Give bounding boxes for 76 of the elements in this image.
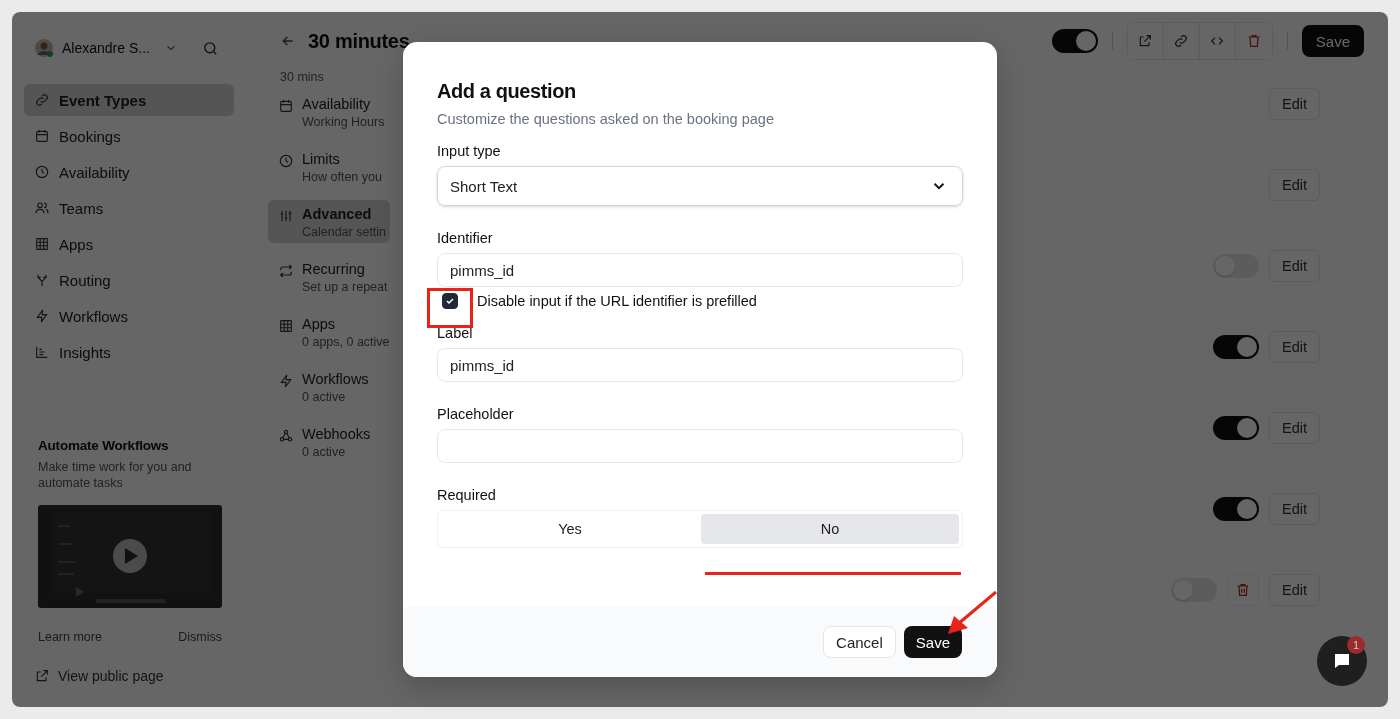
dialog-title: Add a question bbox=[437, 80, 577, 103]
nav-item[interactable]: Event Types bbox=[24, 84, 234, 116]
lightning-icon bbox=[278, 373, 294, 389]
calendar-icon bbox=[278, 98, 294, 114]
clock-icon bbox=[34, 164, 50, 180]
toggle-switch[interactable] bbox=[1213, 416, 1259, 440]
settings-tab[interactable]: Availability Working Hours bbox=[268, 90, 389, 133]
toggle-switch[interactable] bbox=[1213, 335, 1259, 359]
checkbox-label[interactable]: Disable input if the URL identifier is prefilled bbox=[477, 293, 757, 309]
edit-button[interactable]: Edit bbox=[1269, 331, 1320, 363]
view-public-page-link[interactable]: View public page bbox=[34, 668, 248, 684]
event-title: 30 minutes bbox=[308, 29, 410, 53]
edit-button[interactable]: Edit bbox=[1269, 493, 1320, 525]
link-icon bbox=[1173, 33, 1190, 49]
nav-item[interactable]: Availability bbox=[24, 156, 234, 188]
field-label: Identifier bbox=[437, 230, 494, 246]
nav-item[interactable]: Routing bbox=[24, 264, 234, 296]
chart-icon bbox=[34, 344, 50, 360]
input-type-select[interactable]: Short Text bbox=[437, 166, 963, 206]
users-icon bbox=[34, 200, 50, 216]
dialog-subtitle: Customize the questions asked on the booking page bbox=[437, 111, 775, 127]
annotation-box bbox=[427, 288, 473, 328]
repeat-icon bbox=[278, 263, 294, 279]
settings-tab[interactable]: Webhooks 0 active bbox=[268, 420, 375, 463]
nav-item[interactable]: Bookings bbox=[24, 120, 234, 152]
external-link-icon bbox=[34, 668, 50, 684]
field-label: Required bbox=[437, 487, 497, 503]
trash-icon bbox=[1235, 582, 1251, 598]
annotation-arrow bbox=[946, 590, 998, 636]
save-button[interactable]: Save bbox=[1301, 25, 1364, 57]
settings-tab[interactable]: Recurring Set up a repeat bbox=[268, 255, 392, 298]
field-label: Placeholder bbox=[437, 406, 515, 422]
settings-tab[interactable]: Workflows 0 active bbox=[268, 365, 373, 408]
external-link-icon bbox=[1137, 33, 1154, 49]
edit-button[interactable]: Edit bbox=[1269, 574, 1320, 606]
cancel-button[interactable]: Cancel bbox=[823, 626, 896, 658]
label-field[interactable]: pimms_id bbox=[437, 348, 963, 382]
check-icon bbox=[444, 295, 456, 307]
sliders-icon bbox=[278, 208, 294, 224]
option-button[interactable]: No bbox=[701, 514, 959, 544]
nav-item[interactable]: Workflows bbox=[24, 300, 234, 332]
edit-button[interactable]: Edit bbox=[1269, 250, 1320, 282]
settings-tab[interactable]: Limits How often you bbox=[268, 145, 386, 188]
learn-more-link[interactable]: Learn more bbox=[38, 630, 102, 644]
calendar-icon bbox=[34, 128, 50, 144]
save-button[interactable]: Save bbox=[903, 626, 962, 658]
duration-text: 30 mins bbox=[280, 70, 325, 84]
link-icon bbox=[34, 92, 50, 108]
settings-tab[interactable]: Apps 0 apps, 0 active bbox=[268, 310, 394, 353]
split-arrows-icon bbox=[34, 272, 50, 288]
field-label: Label bbox=[437, 325, 474, 341]
nav-item[interactable]: Teams bbox=[24, 192, 234, 224]
edit-button[interactable]: Edit bbox=[1269, 88, 1320, 120]
edit-button[interactable]: Edit bbox=[1269, 169, 1320, 201]
external-link-button[interactable] bbox=[1127, 23, 1164, 59]
dismiss-link[interactable]: Dismiss bbox=[178, 630, 222, 644]
toggle-switch[interactable] bbox=[1051, 29, 1098, 53]
checkbox[interactable] bbox=[442, 293, 458, 309]
nav-item[interactable]: Insights bbox=[24, 336, 234, 368]
field-label: Input type bbox=[437, 143, 502, 159]
clock-icon bbox=[278, 153, 294, 169]
grid-icon bbox=[278, 318, 294, 334]
identifier-field[interactable]: pimms_id bbox=[437, 253, 963, 287]
delete-button[interactable] bbox=[1227, 574, 1259, 606]
nav-item[interactable]: Apps bbox=[24, 228, 234, 260]
webhook-icon bbox=[278, 428, 294, 444]
promo-title: Automate Workflows bbox=[38, 438, 170, 453]
toggle-switch[interactable] bbox=[1213, 497, 1259, 521]
promo-text: Make time work for you and automate tasks bbox=[38, 459, 193, 491]
placeholder-field[interactable] bbox=[437, 429, 963, 463]
search-icon[interactable] bbox=[201, 39, 219, 57]
lightning-icon bbox=[34, 308, 50, 324]
user-name[interactable]: Alexandre S... bbox=[62, 40, 150, 56]
grid-icon bbox=[34, 236, 50, 252]
edit-button[interactable]: Edit bbox=[1269, 412, 1320, 444]
avatar bbox=[34, 38, 54, 58]
